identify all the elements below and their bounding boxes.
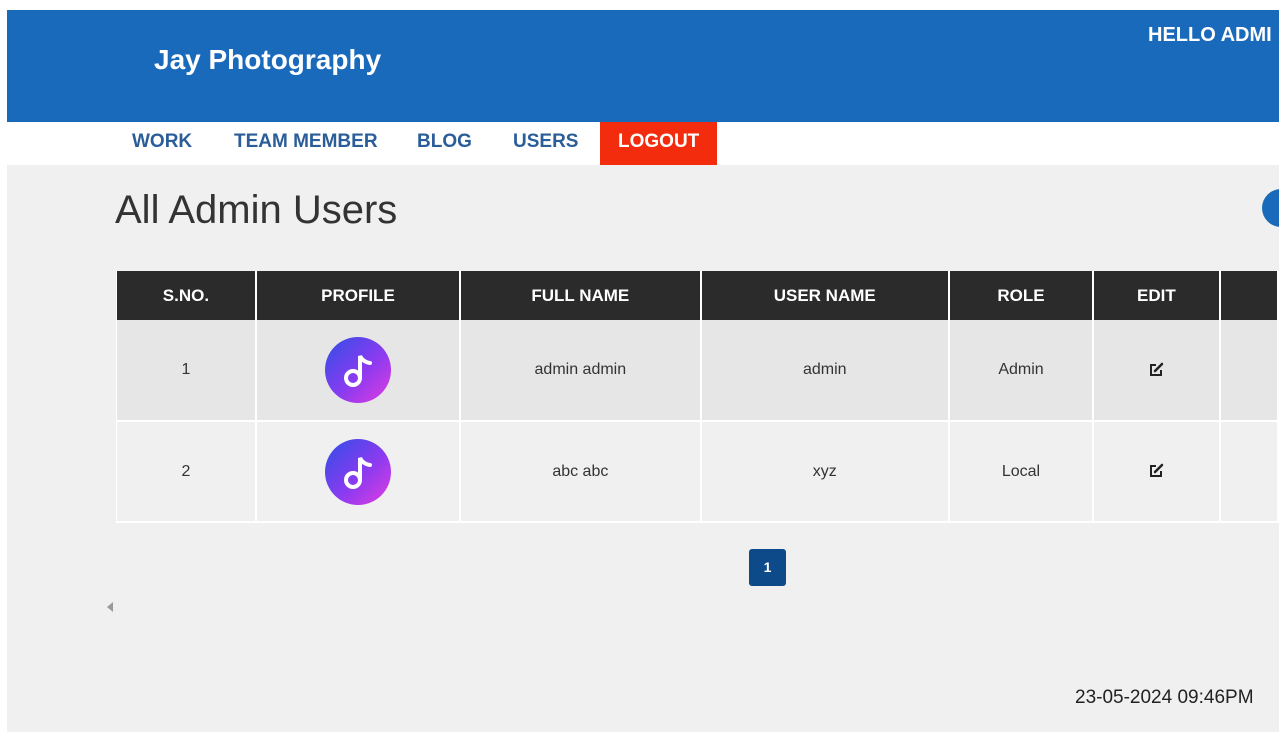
music-note-icon: [324, 337, 391, 403]
cell-role: Admin: [948, 320, 1095, 422]
add-user-button[interactable]: [1262, 189, 1279, 227]
cell-profile: [255, 320, 462, 422]
table-row: 2 abc abc xyz Local: [115, 421, 1279, 523]
cell-sno: 2: [115, 421, 257, 523]
cell-edit: [1093, 421, 1221, 523]
nav-item-users[interactable]: USERS: [513, 122, 578, 165]
table-row: 1 admin admin admin Admin: [115, 320, 1279, 422]
timestamp: 23-05-2024 09:46PM: [1075, 687, 1254, 708]
cell-sno: 1: [115, 320, 257, 422]
nav-item-team-member[interactable]: TEAM MEMBER: [234, 122, 378, 165]
column-header-extra: [1219, 271, 1279, 320]
site-header: Jay Photography HELLO ADMI: [7, 10, 1279, 122]
column-header-edit: EDIT: [1093, 271, 1221, 320]
pagination-page-1[interactable]: 1: [749, 549, 786, 586]
page-title: All Admin Users: [115, 188, 398, 232]
cell-edit: [1093, 320, 1221, 422]
cell-full-name: abc abc: [460, 421, 702, 523]
cell-full-name: admin admin: [460, 320, 702, 422]
column-header-role: ROLE: [948, 271, 1095, 320]
nav-item-blog[interactable]: BLOG: [417, 122, 472, 165]
cell-user-name: xyz: [700, 421, 950, 523]
column-header-user-name: USER NAME: [700, 271, 950, 320]
cell-extra: [1219, 421, 1279, 523]
column-header-sno: S.NO.: [115, 271, 257, 320]
logout-button[interactable]: LOGOUT: [600, 122, 717, 165]
site-brand[interactable]: Jay Photography: [154, 44, 381, 76]
nav-item-work[interactable]: WORK: [132, 122, 192, 165]
edit-icon[interactable]: [1148, 463, 1164, 479]
column-header-profile: PROFILE: [255, 271, 462, 320]
music-note-icon: [324, 438, 391, 505]
cell-role: Local: [948, 421, 1095, 523]
scroll-left-arrow-icon[interactable]: [107, 602, 113, 612]
greeting-text: HELLO ADMI: [1148, 24, 1272, 46]
table-header-row: S.NO. PROFILE FULL NAME USER NAME ROLE E…: [115, 271, 1279, 320]
cell-extra: [1219, 320, 1279, 422]
users-table: S.NO. PROFILE FULL NAME USER NAME ROLE E…: [115, 271, 1279, 523]
page-frame: Jay Photography HELLO ADMI WORK TEAM MEM…: [7, 10, 1279, 732]
edit-icon[interactable]: [1148, 362, 1164, 378]
cell-user-name: admin: [700, 320, 950, 422]
column-header-full-name: FULL NAME: [460, 271, 702, 320]
cell-profile: [255, 421, 462, 523]
main-nav: WORK TEAM MEMBER BLOG USERS LOGOUT: [7, 122, 1279, 165]
